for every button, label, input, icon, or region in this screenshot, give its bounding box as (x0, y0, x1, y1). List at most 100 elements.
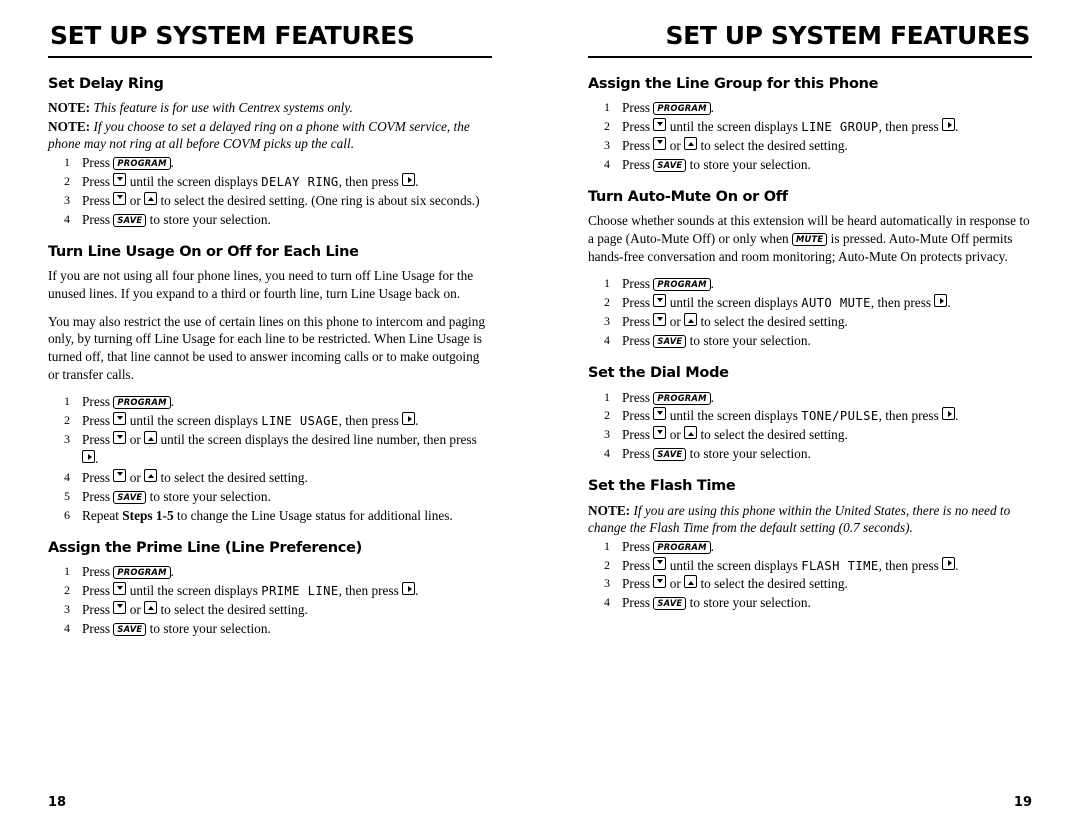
program-key-icon: PROGRAM (653, 102, 711, 116)
arrow-up-icon (684, 136, 698, 150)
step-number: 3 (604, 576, 610, 591)
note-paragraph: NOTE: If you choose to set a delayed rin… (48, 119, 470, 152)
arrow-up-icon (684, 426, 698, 440)
step-number: 1 (604, 538, 610, 553)
display-text: TONE/PULSE (801, 409, 879, 424)
step-number: 2 (604, 119, 610, 134)
body-paragraph: If you are not using all four phone line… (48, 268, 474, 302)
step-number: 2 (64, 174, 70, 189)
save-key-icon: SAVE (113, 622, 147, 636)
program-key-icon: PROGRAM (113, 396, 171, 410)
step-item: 6 Repeat Steps 1-5 to change the Line Usa… (48, 507, 492, 526)
page-title: SET UP SYSTEM FEATURES (665, 21, 1031, 50)
emphasis-text: Steps 1-5 (122, 507, 174, 523)
right-page: SET UP SYSTEM FEATURES Assign the Line G… (540, 0, 1080, 834)
program-key-icon: PROGRAM (653, 278, 711, 292)
section-heading: Set the Flash Time (588, 478, 736, 495)
arrow-right-icon (934, 294, 948, 308)
save-key-icon: SAVE (653, 448, 687, 462)
arrow-down-icon (113, 600, 127, 614)
right-page-content: Assign the Line Group for this Phone 1 Pre… (588, 76, 1032, 614)
step-item: 3 Press or to select the desired setting. (588, 575, 1032, 594)
save-key-icon: SAVE (653, 597, 687, 611)
step-item: 2 Press until the screen displays PRIME L… (48, 582, 492, 601)
arrow-down-icon (653, 556, 667, 570)
arrow-down-icon (653, 575, 667, 589)
body-paragraph: You may also restrict the use of certain… (48, 313, 485, 382)
step-item: 4 Press SAVE to store your selection. (588, 445, 1032, 464)
section-heading: Set Delay Ring (48, 75, 164, 92)
display-text: AUTO MUTE (801, 296, 871, 311)
note-paragraph: NOTE: If you are using this phone within… (588, 502, 1011, 535)
arrow-right-icon (402, 582, 416, 596)
save-key-icon: SAVE (653, 334, 687, 348)
step-list: 1 Press PROGRAM. 2 Press until the screen d… (48, 154, 492, 230)
mute-key-icon: MUTE (791, 233, 828, 247)
step-list: 1 Press PROGRAM. 2 Press until the screen d… (588, 275, 1032, 351)
step-list: 1 Press PROGRAM. 2 Press until the screen d… (48, 393, 492, 525)
step-number: 4 (64, 620, 70, 635)
program-key-icon: PROGRAM (653, 391, 711, 405)
step-item: 2 Press until the screen displays FLASH T… (588, 556, 1032, 576)
step-number: 1 (604, 276, 610, 291)
arrow-down-icon (113, 431, 127, 445)
step-list: 1 Press PROGRAM. 2 Press until the screen d… (588, 538, 1032, 614)
step-item: 3 Press or to select the desired setting. (588, 426, 1032, 445)
header-rule (588, 55, 1032, 58)
page-title: SET UP SYSTEM FEATURES (50, 21, 415, 50)
step-number: 2 (64, 583, 70, 598)
step-item: 2 Press until the screen displays LINE GR… (588, 118, 1032, 137)
step-list: 1 Press PROGRAM. 2 Press until the screen d… (588, 99, 1032, 175)
step-number: 1 (604, 389, 610, 404)
step-item: 2 Press until the screen displays DELAY R… (48, 173, 492, 192)
save-key-icon: SAVE (653, 158, 687, 172)
arrow-down-icon (653, 118, 667, 132)
section-heading: Assign the Prime Line (Line Preference) (48, 539, 362, 556)
header-rule (48, 55, 492, 58)
program-key-icon: PROGRAM (113, 566, 171, 580)
arrow-down-icon (653, 407, 667, 421)
step-item: 5 Press SAVE to store your selection. (48, 488, 492, 507)
step-number: 3 (604, 427, 610, 442)
program-key-icon: PROGRAM (113, 157, 171, 171)
step-number: 4 (604, 156, 610, 171)
arrow-up-icon (144, 600, 158, 614)
step-item: 3 Press or to select the desired setting. (588, 313, 1032, 332)
step-number: 2 (604, 557, 610, 572)
step-number: 3 (64, 192, 70, 207)
step-item: 4 Press SAVE to store your selection. (588, 332, 1032, 351)
step-number: 1 (64, 394, 70, 409)
step-number: 4 (604, 332, 610, 347)
arrow-up-icon (684, 575, 698, 589)
step-item: 3 Press or to select the desired setting. (48, 600, 492, 620)
step-item: 1 Press PROGRAM. (48, 393, 492, 412)
step-number: 3 (64, 601, 70, 616)
step-item: 1 Press PROGRAM. (588, 389, 1032, 408)
arrow-right-icon (82, 450, 95, 464)
display-text: FLASH TIME (801, 558, 879, 573)
arrow-down-icon (113, 412, 127, 426)
display-text: DELAY RING (261, 175, 339, 190)
step-item: 2 Press until the screen displays LINE US… (48, 412, 492, 431)
step-list: 1 Press PROGRAM. 2 Press until the screen d… (48, 563, 492, 639)
arrow-right-icon (942, 407, 956, 421)
program-key-icon: PROGRAM (653, 540, 711, 554)
step-list: 1 Press PROGRAM. 2 Press until the screen d… (588, 389, 1032, 465)
step-number: 4 (64, 469, 70, 484)
step-item: 4 Press SAVE to store your selection. (588, 594, 1032, 613)
page-number: 18 (48, 795, 67, 810)
step-number: 2 (604, 408, 610, 423)
section-heading: Assign the Line Group for this Phone (588, 75, 879, 92)
arrow-down-icon (113, 468, 127, 482)
left-page: SET UP SYSTEM FEATURES Set Delay Ring NOT… (0, 0, 540, 834)
step-number: 4 (64, 211, 70, 226)
section-heading: Turn Auto-Mute On or Off (588, 188, 788, 205)
arrow-down-icon (653, 136, 667, 150)
step-item: 3 Press or to select the desired setting.… (48, 191, 492, 211)
step-item: 3 Press or until the screen displays the … (48, 431, 492, 469)
step-number: 2 (604, 295, 610, 310)
arrow-right-icon (942, 118, 956, 132)
step-item: 4 Press SAVE to store your selection. (48, 620, 492, 639)
step-item: 1 Press PROGRAM. (48, 154, 492, 173)
step-number: 1 (64, 155, 70, 170)
